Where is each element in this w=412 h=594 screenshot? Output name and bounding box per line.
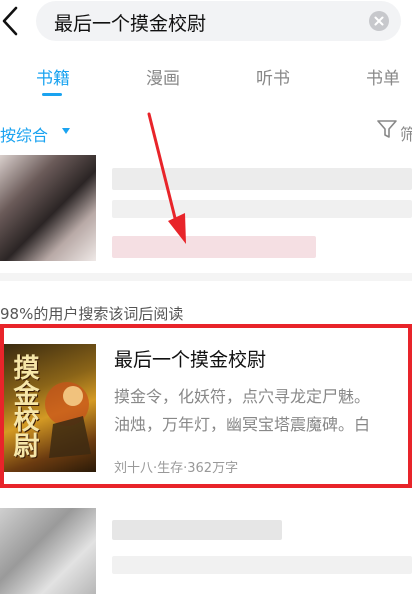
tab-audiobooks[interactable]: 听书: [256, 64, 290, 89]
tab-comics[interactable]: 漫画: [146, 64, 180, 89]
active-tab-indicator: [42, 93, 62, 96]
blurred-book-meta: [112, 236, 316, 258]
highlight-frame: [0, 324, 412, 488]
blurred-book-desc: [112, 556, 412, 574]
tab-booklists[interactable]: 书单: [366, 64, 400, 89]
blurred-book-title: [112, 520, 282, 540]
close-circle-icon[interactable]: [369, 11, 389, 31]
search-query[interactable]: 最后一个摸金校尉: [54, 9, 206, 36]
recommendation-hint: 98%的用户搜索该词后阅读: [0, 305, 184, 323]
search-header: 最后一个摸金校尉: [0, 0, 412, 44]
blurred-book-cover[interactable]: [0, 508, 96, 594]
sort-bar: 按综合: [0, 112, 412, 148]
blurred-book-desc: [112, 200, 412, 218]
blurred-book-title: [112, 168, 412, 190]
section-divider: [0, 273, 412, 281]
filter-icon[interactable]: [376, 118, 398, 140]
filter-button[interactable]: 筛: [400, 121, 412, 145]
search-input[interactable]: 最后一个摸金校尉: [36, 1, 401, 41]
chevron-left-icon[interactable]: [0, 4, 22, 38]
tab-books[interactable]: 书籍: [36, 64, 70, 89]
blurred-book-cover[interactable]: [0, 155, 96, 261]
caret-down-icon: [62, 128, 70, 134]
sort-dropdown[interactable]: 按综合: [0, 122, 48, 146]
